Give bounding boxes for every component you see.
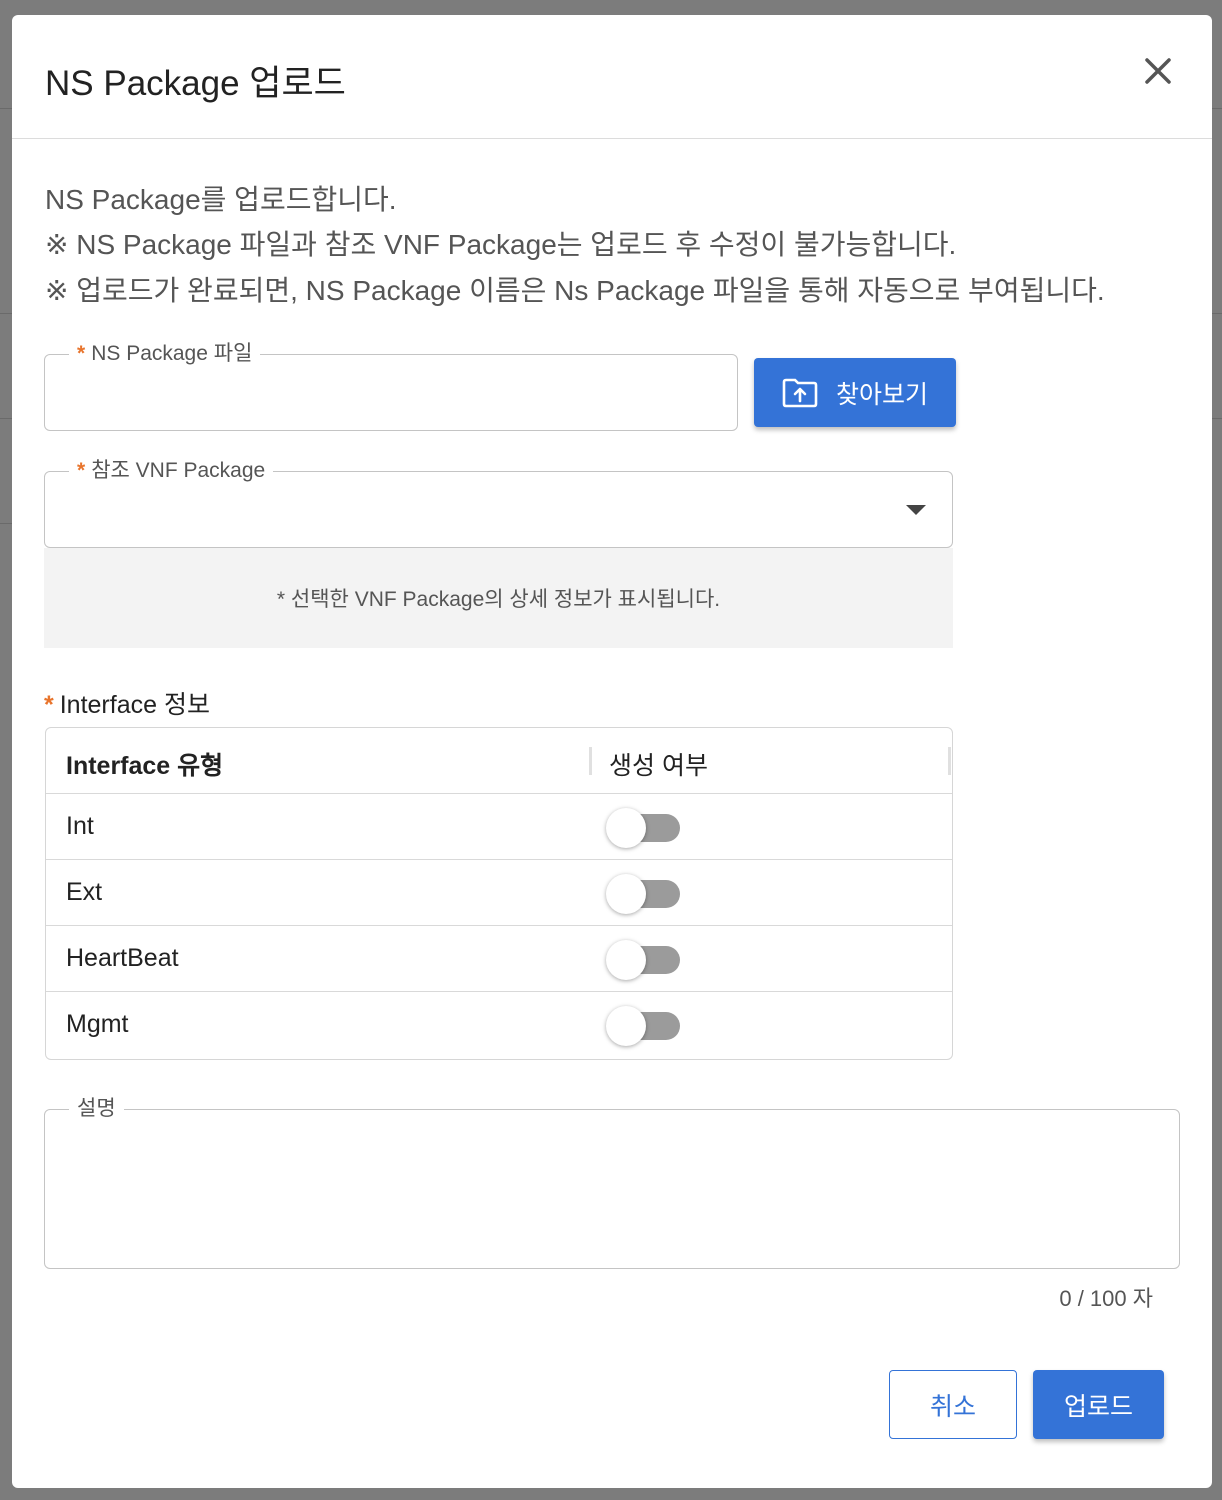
upload-button[interactable]: 업로드 [1033, 1370, 1164, 1439]
dialog-title: NS Package 업로드 [45, 64, 346, 103]
description-line: ※ NS Package 파일과 참조 VNF Package는 업로드 후 수… [45, 229, 957, 260]
create-toggle-mgmt[interactable] [606, 1006, 682, 1046]
interface-type-name: Mgmt [66, 1010, 129, 1038]
ns-package-file-field[interactable]: * NS Package 파일 [44, 341, 738, 431]
dialog-header: NS Package 업로드 [12, 15, 1212, 139]
background-divider [0, 108, 12, 109]
toggle-knob [606, 940, 646, 980]
char-count: 0 / 100 자 [1059, 1286, 1153, 1311]
toggle-knob [606, 874, 646, 914]
ns-package-file-label: * NS Package 파일 [69, 341, 261, 367]
vnf-package-label-text: 참조 VNF Package [91, 459, 266, 482]
interface-type-name: Ext [66, 878, 103, 906]
vnf-detail-text: * 선택한 VNF Package의 상세 정보가 표시됩니다. [276, 588, 721, 611]
folder-upload-icon [782, 378, 818, 407]
create-toggle-ext[interactable] [606, 874, 682, 914]
browse-button-label: 찾아보기 [835, 380, 928, 409]
background-divider [0, 523, 12, 524]
interface-type-name: Int [66, 812, 94, 840]
create-toggle-int[interactable] [606, 808, 682, 848]
column-header-type: Interface 유형 [66, 752, 224, 780]
description-line: NS Package를 업로드합니다. [45, 184, 397, 215]
description-field: 설명 [44, 1096, 1180, 1269]
vnf-package-select[interactable]: * 참조 VNF Package [44, 458, 953, 548]
interface-section-label-text: Interface 정보 [59, 691, 210, 719]
required-mark: * [77, 459, 86, 482]
close-icon [1145, 58, 1171, 84]
table-row: Ext [46, 860, 952, 926]
column-separator[interactable] [948, 747, 951, 775]
browse-button[interactable]: 찾아보기 [754, 358, 956, 427]
interface-type-name: HeartBeat [66, 944, 179, 972]
cancel-button[interactable]: 취소 [889, 1370, 1017, 1439]
interface-section-label: * Interface 정보 [44, 685, 210, 721]
background-divider [0, 313, 12, 314]
column-separator[interactable] [589, 747, 592, 775]
interface-table: Interface 유형 생성 여부 Int Ext HeartBeat Mgm… [45, 727, 953, 1060]
description-textarea[interactable] [45, 1110, 1179, 1268]
toggle-knob [606, 808, 646, 848]
create-toggle-heartbeat[interactable] [606, 940, 682, 980]
table-header: Interface 유형 생성 여부 [46, 728, 952, 794]
table-row: Int [46, 794, 952, 860]
upload-dialog: NS Package 업로드 NS Package를 업로드합니다. ※ NS … [12, 15, 1212, 1488]
vnf-package-label: * 참조 VNF Package [69, 458, 274, 484]
table-row: Mgmt [46, 992, 952, 1058]
vnf-detail-panel: * 선택한 VNF Package의 상세 정보가 표시됩니다. [44, 548, 953, 648]
ns-package-file-label-text: NS Package 파일 [91, 342, 253, 365]
background-divider [0, 418, 12, 419]
required-mark: * [77, 342, 86, 365]
toggle-knob [606, 1006, 646, 1046]
close-button[interactable] [1136, 49, 1180, 93]
required-mark: * [44, 691, 54, 719]
table-row: HeartBeat [46, 926, 952, 992]
description-line: ※ 업로드가 완료되면, NS Package 이름은 Ns Package 파… [45, 275, 1105, 306]
column-header-create: 생성 여부 [609, 752, 708, 780]
chevron-down-icon[interactable] [906, 505, 926, 515]
